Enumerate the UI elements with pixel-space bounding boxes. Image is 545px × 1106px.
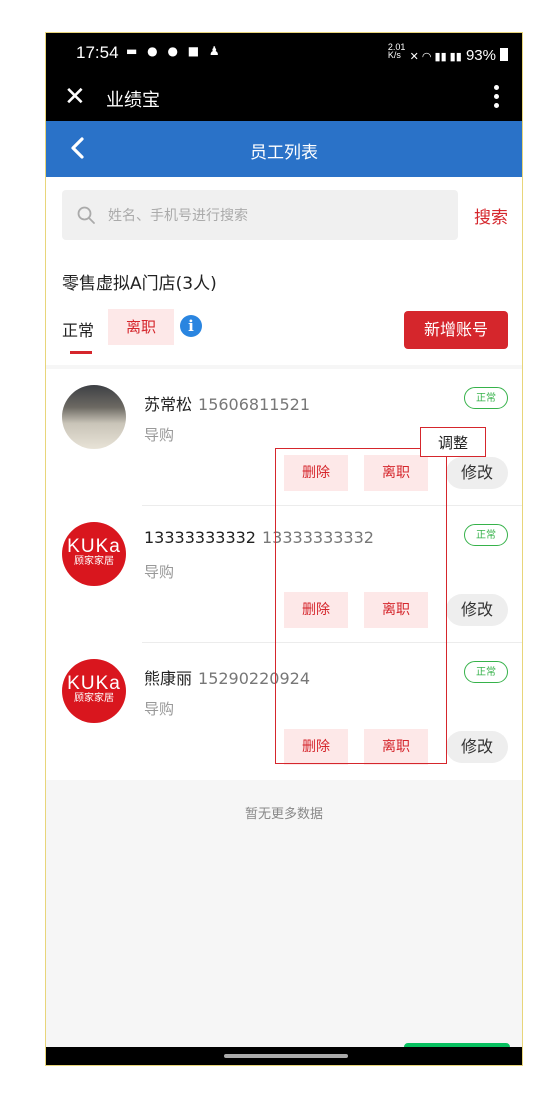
phone-screen: 17:54 ▬ ● ● ■ ♟ 2.01 K/s ✕ ◠ ▮▮ ▮▮ 93% ✕ … [45, 32, 523, 1066]
more-menu-icon[interactable] [494, 85, 500, 112]
network-speed: 2.01 K/s [387, 42, 406, 60]
kuka-logo-subtext: 顾家家居 [74, 556, 114, 567]
store-name: 零售虚拟A门店(3人) [62, 274, 217, 294]
employee-role: 导购 [144, 563, 175, 581]
kuka-logo-text: KUKa [67, 673, 121, 694]
edit-button[interactable]: 修改 [446, 457, 508, 489]
tab-active-indicator [70, 351, 92, 354]
employee-role: 导购 [144, 700, 175, 718]
status-bar: 17:54 ▬ ● ● ■ ♟ 2.01 K/s ✕ ◠ ▮▮ ▮▮ 93% [46, 33, 522, 75]
employee-phone: 15606811521 [198, 395, 310, 414]
avatar: KUKa 顾家家居 [62, 659, 126, 723]
search-input[interactable] [106, 190, 450, 242]
no-more-data-text: 暂无更多数据 [244, 807, 323, 822]
search-button[interactable]: 搜索 [474, 203, 508, 228]
annotation-label: 调整 [420, 427, 486, 457]
tab-resigned[interactable]: 离职 [108, 309, 174, 345]
close-icon[interactable]: ✕ [64, 81, 86, 113]
app-bar: ✕ 业绩宝 [46, 75, 522, 121]
status-badge: 正常 [464, 387, 508, 409]
annotation-box [275, 448, 447, 764]
battery-percent: 93% [465, 47, 496, 64]
search-area: 搜索 [46, 177, 522, 255]
status-right: 2.01 K/s ✕ ◠ ▮▮ ▮▮ 93% [388, 43, 508, 64]
gesture-bar [46, 1047, 522, 1065]
search-icon [77, 206, 95, 224]
kuka-logo-text: KUKa [67, 536, 121, 557]
info-icon[interactable]: i [180, 315, 202, 337]
nav-bar: 员工列表 [46, 121, 522, 177]
kuka-logo-subtext: 顾家家居 [74, 693, 114, 704]
employee-name: 苏常松 15606811521 [144, 395, 310, 414]
add-account-button[interactable]: 新增账号 [404, 311, 508, 349]
status-badge: 正常 [464, 661, 508, 683]
edit-button[interactable]: 修改 [446, 594, 508, 626]
battery-icon [500, 48, 508, 61]
home-indicator[interactable] [224, 1054, 348, 1058]
avatar [62, 385, 126, 449]
avatar: KUKa 顾家家居 [62, 522, 126, 586]
search-box[interactable] [62, 190, 458, 242]
tab-normal[interactable]: 正常 [62, 317, 94, 341]
status-time: 17:54 [76, 43, 119, 62]
signal-icons: ✕ ◠ ▮▮ ▮▮ [409, 51, 462, 63]
store-header: 零售虚拟A门店(3人) 正常 离职 i 新增账号 [46, 255, 522, 365]
employee-role: 导购 [144, 426, 175, 444]
app-title: 业绩宝 [106, 90, 160, 111]
edit-button[interactable]: 修改 [446, 731, 508, 763]
notification-icons: ▬ ● ● ■ ♟ [126, 44, 223, 58]
page-title: 员工列表 [250, 143, 318, 163]
status-badge: 正常 [464, 524, 508, 546]
